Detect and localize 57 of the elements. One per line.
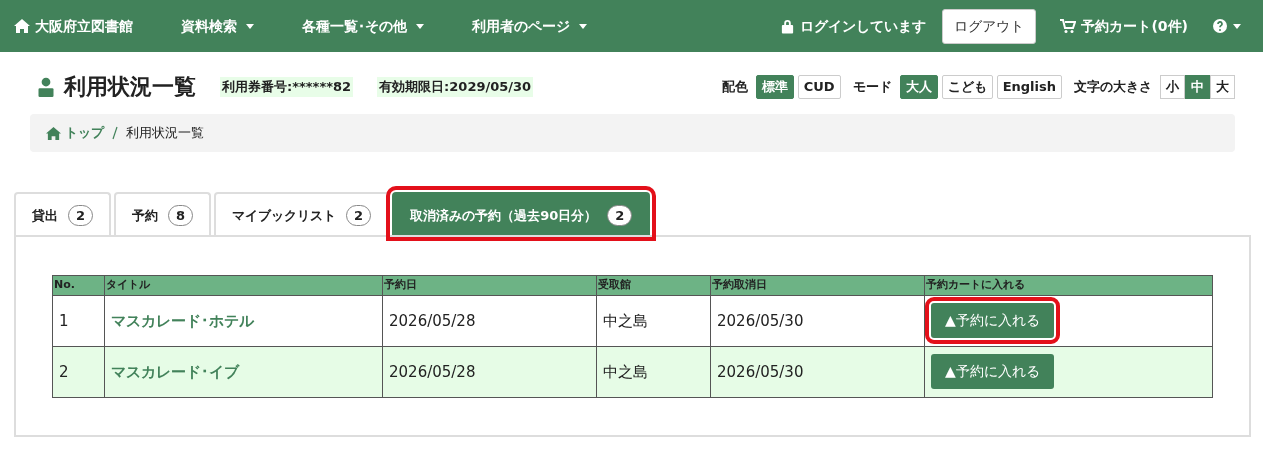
tab[interactable]: 予約 8 [114,191,212,236]
login-status: ログインしています [780,15,927,37]
count-badge: 2 [68,204,94,227]
menu-dropdown[interactable]: 利用者のページ [472,15,587,37]
logout-button[interactable]: ログアウト [942,8,1037,44]
tab[interactable]: 貸出 2 [14,191,112,236]
table-cell: 1 [52,295,105,347]
cart-icon [1060,18,1077,34]
brand-link[interactable]: 大阪府立図書館 [14,15,133,37]
card-number: 利用券番号:******82 [220,77,354,97]
table-cell: 中之島 [596,346,711,398]
option-label: 配色 [721,78,748,97]
column-header: No. [52,275,105,296]
title-link[interactable]: マスカレード･イブ [111,362,239,381]
tab-label: 取消済みの予約（過去90日分） [410,206,598,225]
option-button[interactable]: 大人 [899,75,938,99]
tab-label: 予約 [132,206,159,225]
expiry-date: 有効期限日:2029/05/30 [377,77,534,97]
column-header: 予約日 [382,275,597,296]
table-cell: 2026/05/28 [382,346,597,398]
option-button[interactable]: 中 [1185,75,1210,99]
column-header: タイトル [104,275,383,296]
table-cell: 中之島 [596,295,711,347]
breadcrumb-separator [112,126,118,141]
count-badge: 2 [607,204,633,227]
table-cell: 2026/05/28 [382,295,597,347]
option-button[interactable]: 標準 [755,75,794,99]
column-header: 受取館 [596,275,711,296]
option-label: モード [852,78,892,97]
home-icon [46,125,61,141]
breadcrumb-link[interactable]: トップ [46,123,104,143]
help-dropdown[interactable] [1212,18,1241,34]
add-to-reservation-button[interactable]: ▲予約に入れる [931,354,1054,390]
table-cell: 2026/05/30 [710,346,925,398]
option-label: 文字の大きさ [1074,78,1152,97]
option-button[interactable]: CUD [797,75,841,99]
page-title: 利用状況一覧 [64,74,196,101]
title-link[interactable]: マスカレード･ホテル [111,311,254,330]
option-button[interactable]: English [996,75,1062,99]
home-icon [14,18,30,34]
table-cell: 2026/05/30 [710,295,925,347]
count-badge: 8 [168,204,194,227]
option-button[interactable]: 小 [1160,75,1185,99]
count-badge: 2 [346,204,372,227]
cart-link[interactable]: 予約カート(0件) [1060,15,1188,37]
column-header: 予約取消日 [710,275,925,296]
tab-label: マイブックリスト [232,206,337,225]
option-button[interactable]: 大 [1210,75,1235,99]
menu-dropdown[interactable]: 各種一覧･その他 [302,15,424,37]
breadcrumb-current: 利用状況一覧 [126,124,204,143]
tab-label: 貸出 [32,206,58,225]
lock-icon [780,18,796,34]
option-button[interactable]: こども [941,75,993,99]
menu-dropdown[interactable]: 資料検索 [181,15,254,37]
table-cell: 2 [52,346,105,398]
help-icon [1212,18,1228,34]
column-header: 予約カートに入れる [924,275,1213,296]
